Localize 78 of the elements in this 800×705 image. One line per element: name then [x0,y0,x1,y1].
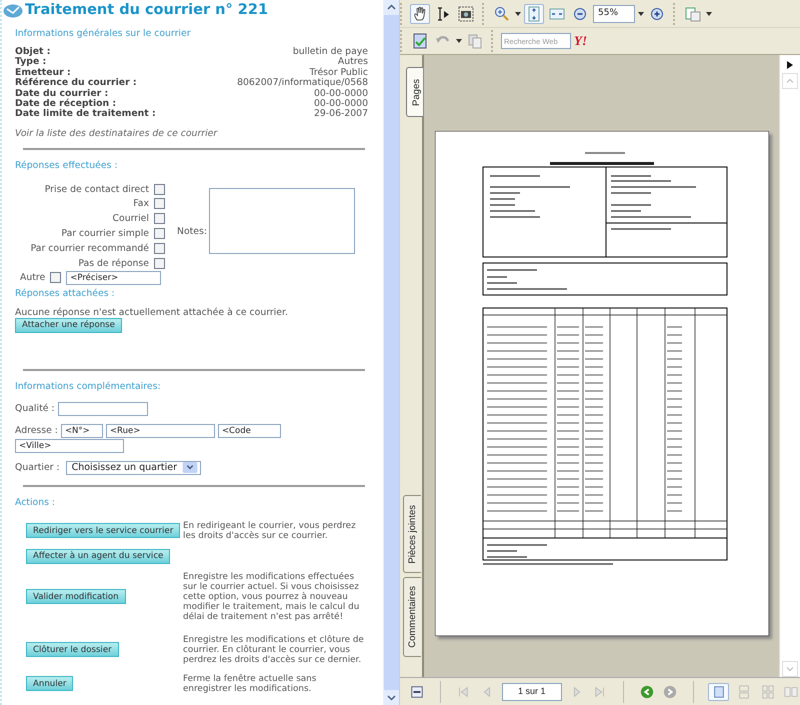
scroll-up-icon[interactable] [384,0,399,15]
address-field[interactable]: <Rue> [106,424,215,438]
district-label: Quartier : [15,462,60,474]
dropdown-caret-icon[interactable] [456,39,462,43]
notes-label: Notes: [177,226,207,237]
field-value: 8062007/informatique/0568 [237,78,368,89]
action-button[interactable]: Valider modification [26,589,126,604]
action-description: Ferme la fenêtre actuelle sans enregistrer les modifications. [183,674,318,694]
dropdown-caret-icon[interactable] [638,12,644,16]
field-label: Référence du courrier : [15,78,137,89]
no-response-message: Aucune réponse n'est actuellement attachée à ce courrier. [15,306,289,318]
page-title: Traitement du courrier n° 221 [25,2,268,18]
district-select[interactable]: Choisissez un quartier [66,460,201,475]
field-label: Date du courrier : [15,88,108,99]
address-field[interactable]: <Code [218,424,281,438]
checkbox-label: Courriel [112,213,149,224]
action-button[interactable]: Clôturer le dossier [26,642,119,658]
checkbox-label: Prise de contact direct [44,184,149,195]
action-button[interactable]: Annuler [26,676,74,692]
field-value: 00-00-0000 [314,98,368,109]
zoom-level-field[interactable]: 55% [593,4,635,22]
checkbox[interactable] [154,258,165,269]
section-heading: Informations complémentaires: [15,380,162,393]
dropdown-caret-icon[interactable] [706,12,712,16]
checkbox-label: Autre [20,272,46,284]
address-label: Adresse : [15,425,58,436]
checkbox[interactable] [154,213,165,224]
side-tab[interactable]: Commentaires [403,577,421,657]
field-value: bulletin de paye [292,47,368,57]
field-label: Emetteur : [15,68,71,78]
address-field[interactable]: <N°> [60,424,103,438]
field-label: Date de réception : [15,98,116,109]
quality-field[interactable] [58,402,148,416]
recipients-link[interactable]: Voir la liste des destinataires de ce courrier [15,128,218,139]
field-value: Trésor Public [310,68,368,78]
page-number-field[interactable]: 1 sur 1 [502,682,562,700]
checkbox[interactable] [50,272,62,284]
checkbox-label: Pas de réponse [78,258,149,269]
dropdown-caret-icon[interactable] [515,12,521,16]
section-heading: Actions : [15,496,56,509]
notes-field[interactable] [209,188,355,254]
section-heading: Réponses effectuées : [15,160,118,172]
field-value: 29-06-2007 [314,109,368,120]
action-button[interactable]: Rediriger vers le service courrier [26,523,180,538]
quality-label: Qualité : [15,403,55,414]
checkbox-label: Par courrier simple [61,228,149,240]
checkbox[interactable] [154,242,165,254]
dropdown-caret-icon [182,462,198,474]
checkbox[interactable] [154,184,165,195]
side-tab[interactable]: Pièces jointes [403,495,421,573]
scroll-down-icon[interactable] [384,690,399,705]
field-label: Objet : [15,47,50,58]
checkbox-label: Fax [133,198,149,210]
checkbox[interactable] [154,198,165,210]
action-description: Enregistre les modifications et clôture de courrier. En clôturant le courrier, vous perdrez les droits d'accès sur ce dernier. [183,634,365,665]
field-value: Autres [338,57,368,68]
field-label: Type : [15,57,46,68]
checkbox[interactable] [154,228,165,240]
attach-response-button[interactable]: Attacher une réponse [15,318,122,333]
action-button[interactable]: Affecter à un agent du service [26,548,170,564]
panel-toggle-icon[interactable] [787,61,793,69]
address-field[interactable]: <Ville> [15,438,124,453]
section-heading: Réponses attachées : [15,288,116,300]
scrollbar[interactable] [779,55,800,677]
checkbox-label: Par courrier recommandé [30,242,149,254]
section-heading: Informations générales sur le courrier [15,28,192,40]
fit-page-icon[interactable] [524,4,544,24]
single-page-icon[interactable] [708,682,730,700]
specify-field[interactable]: <Préciser> [66,270,162,285]
action-description: Enregistre les modifications effectuées sur le courrier actuel. Si vous choisissez cette option, vous pourrez à nouveau modifier le traitement, mais le calcul du délai de traitement n'est pas arrêté! [183,572,360,622]
scrollbar[interactable] [383,0,399,705]
hand-tool-icon[interactable] [410,4,430,24]
field-value: 00-00-0000 [314,88,368,99]
action-description: En redirigeant le courrier, vous perdrez les droits d'accès sur ce courrier. [183,520,357,541]
side-tab[interactable]: Pages [406,67,423,117]
field-label: Date limite de traitement : [15,109,156,120]
camera-icon[interactable] [456,4,476,24]
search-logo[interactable]: Y! [574,33,587,49]
